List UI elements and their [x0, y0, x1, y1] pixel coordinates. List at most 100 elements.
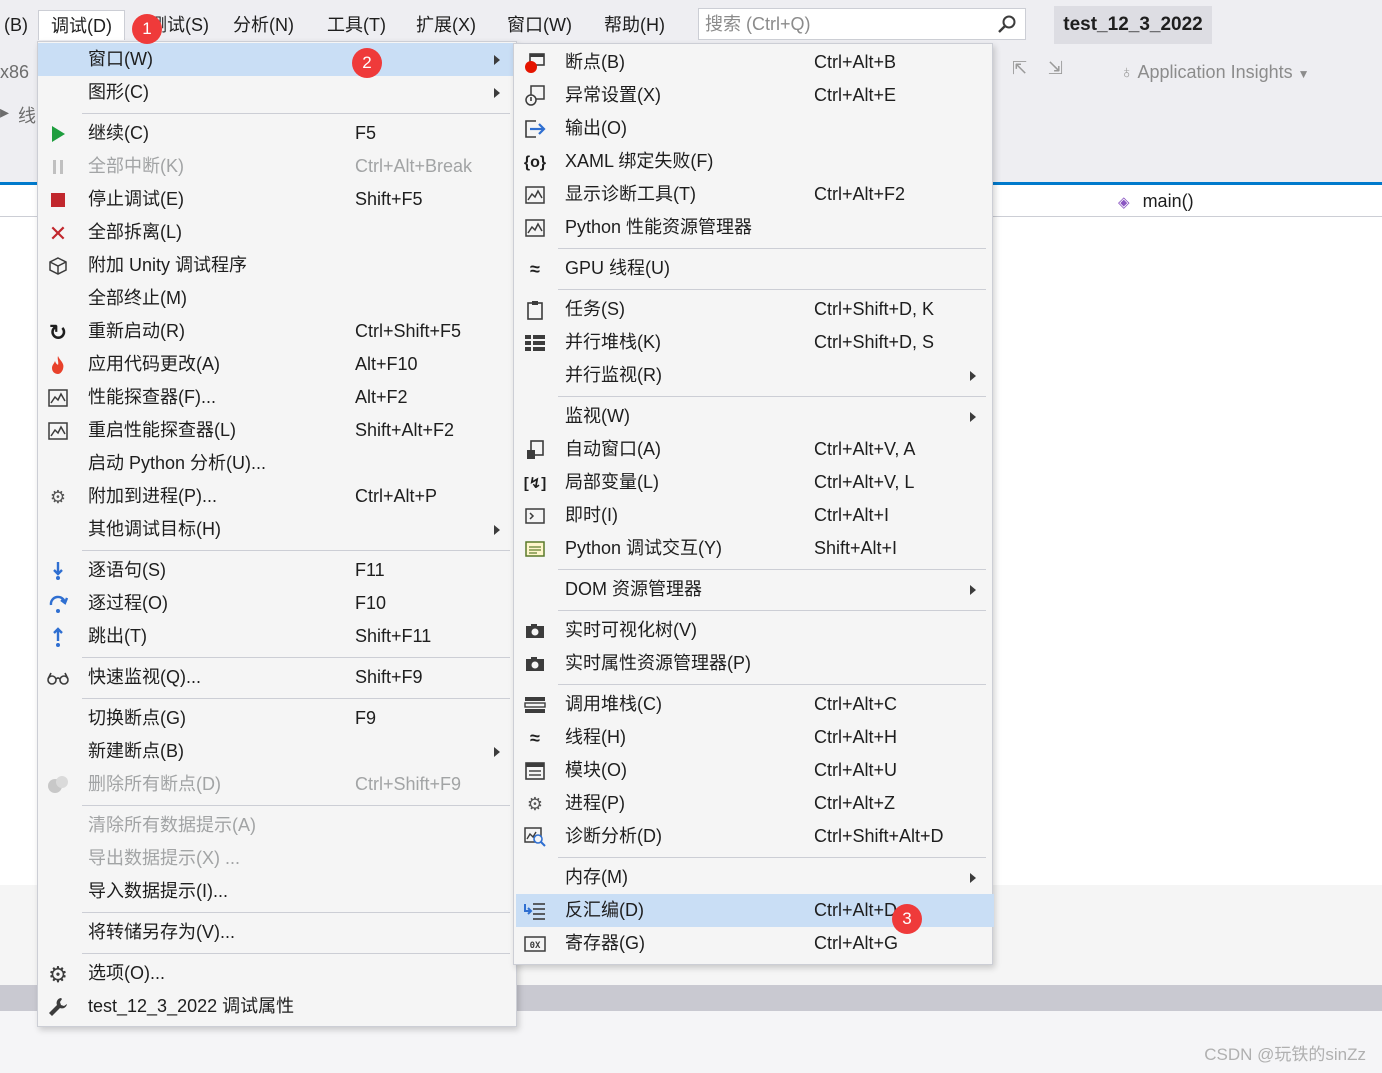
- windows-item-dom-explorer[interactable]: DOM 资源管理器: [516, 573, 994, 606]
- windows-item-parallel-watch[interactable]: 并行监视(R): [516, 359, 994, 392]
- menu-item-shortcut: Ctrl+Alt+D: [814, 900, 898, 920]
- menu-item-label: 重启性能探查器(L): [88, 420, 236, 440]
- menu-window[interactable]: 窗口(W): [501, 10, 578, 40]
- debug-menu-item-step-out[interactable]: 跳出(T) Shift+F11: [38, 620, 516, 653]
- menu-item-shortcut: Ctrl+Alt+P: [355, 486, 438, 506]
- debug-menu-item-clear-datatips[interactable]: 清除所有数据提示(A): [38, 809, 516, 842]
- debug-menu-item-new-breakpoint[interactable]: 新建断点(B): [38, 735, 516, 768]
- function-icon: ◈: [1118, 194, 1130, 211]
- debug-menu-item-detach-all[interactable]: ✕ 全部拆离(L): [38, 216, 516, 249]
- windows-item-processes[interactable]: ⚙ 进程(P) Ctrl+Alt+Z: [516, 787, 994, 820]
- menu-item-label: 自动窗口(A): [565, 439, 661, 459]
- menu-item-shortcut: Ctrl+Alt+G: [814, 933, 899, 953]
- toolbar-pin-icon[interactable]: ⇱: [1012, 58, 1027, 79]
- debug-menu-item-apply-code-changes[interactable]: 应用代码更改(A) Alt+F10: [38, 348, 516, 381]
- debug-menu-item-graphics[interactable]: 图形(C): [38, 76, 516, 109]
- windows-item-autos[interactable]: 自动窗口(A) Ctrl+Alt+V, A: [516, 433, 994, 466]
- menu-item-shortcut: Ctrl+Alt+E: [814, 85, 897, 105]
- debug-menu-item-profiler[interactable]: 性能探查器(F)... Alt+F2: [38, 381, 516, 414]
- toolbar-dropdown-icon[interactable]: ▸: [0, 102, 9, 123]
- pause-icon: [47, 156, 69, 178]
- debug-menu-item-stop[interactable]: 停止调试(E) Shift+F5: [38, 183, 516, 216]
- windows-item-threads[interactable]: ≈ 线程(H) Ctrl+Alt+H: [516, 721, 994, 754]
- menu-item-label: 继续(C): [88, 123, 149, 143]
- toolbar-unpin-icon[interactable]: ⇲: [1048, 58, 1063, 79]
- windows-item-tasks[interactable]: 任务(S) Ctrl+Shift+D, K: [516, 293, 994, 326]
- windows-item-registers[interactable]: 0X 寄存器(G) Ctrl+Alt+G: [516, 927, 994, 960]
- windows-item-xaml-binding[interactable]: {o} XAML 绑定失败(F): [516, 145, 994, 178]
- debug-menu-item-save-dump[interactable]: 将转储另存为(V)...: [38, 916, 516, 949]
- menu-item-shortcut: Ctrl+Alt+V, L: [814, 472, 915, 492]
- windows-item-breakpoints[interactable]: 断点(B) Ctrl+Alt+B: [516, 46, 994, 79]
- windows-item-live-property-explorer[interactable]: 实时属性资源管理器(P): [516, 647, 994, 680]
- debug-menu-item-quick-watch[interactable]: 快速监视(Q)... Shift+F9: [38, 661, 516, 694]
- menu-item-shortcut: Shift+F5: [355, 189, 423, 209]
- menu-item-label: 选项(O)...: [88, 963, 165, 983]
- menu-item-label: DOM 资源管理器: [565, 579, 702, 599]
- menu-item-label: 应用代码更改(A): [88, 354, 220, 374]
- windows-item-modules[interactable]: 模块(O) Ctrl+Alt+U: [516, 754, 994, 787]
- menu-item-shortcut: Ctrl+Alt+Z: [814, 793, 896, 813]
- debug-menu-item-python-profiling[interactable]: 启动 Python 分析(U)...: [38, 447, 516, 480]
- debug-menu-item-window[interactable]: 窗口(W): [38, 43, 516, 76]
- debug-menu-item-continue[interactable]: 继续(C) F5: [38, 117, 516, 150]
- menu-extensions[interactable]: 扩展(X): [410, 10, 482, 40]
- menu-analyze[interactable]: 分析(N): [227, 10, 300, 40]
- windows-item-live-visual-tree[interactable]: 实时可视化树(V): [516, 614, 994, 647]
- app-insights-button[interactable]: ♁ Application Insights ▼: [1120, 58, 1310, 86]
- debug-menu-item-step-into[interactable]: 逐语句(S) F11: [38, 554, 516, 587]
- step-out-icon: [47, 626, 69, 648]
- menu-item-label: 寄存器(G): [565, 933, 645, 953]
- platform-combo[interactable]: x86: [0, 62, 29, 83]
- debug-menu-item-delete-all-breakpoints[interactable]: 删除所有断点(D) Ctrl+Shift+F9: [38, 768, 516, 801]
- menu-help[interactable]: 帮助(H): [598, 10, 671, 40]
- windows-item-watch[interactable]: 监视(W): [516, 400, 994, 433]
- debug-menu-item-other-targets[interactable]: 其他调试目标(H): [38, 513, 516, 546]
- menu-item-shortcut: Alt+F10: [355, 354, 418, 374]
- debug-menu-item-import-datatips[interactable]: 导入数据提示(I)...: [38, 875, 516, 908]
- windows-item-exception-settings[interactable]: 异常设置(X) Ctrl+Alt+E: [516, 79, 994, 112]
- menu-item-shortcut: Shift+Alt+I: [814, 538, 898, 558]
- windows-item-memory[interactable]: 内存(M): [516, 861, 994, 894]
- windows-item-diagnostic-analysis[interactable]: 诊断分析(D) Ctrl+Shift+Alt+D: [516, 820, 994, 853]
- debug-menu-item-attach-to-process[interactable]: ⚙ 附加到进程(P)... Ctrl+Alt+P: [38, 480, 516, 513]
- menu-item-label: 局部变量(L): [565, 472, 659, 492]
- function-combo[interactable]: ◈ main(): [1118, 187, 1194, 215]
- menu-tools[interactable]: 工具(T): [321, 10, 392, 40]
- menu-item-label: 实时可视化树(V): [565, 620, 697, 640]
- output-icon: [524, 118, 546, 140]
- windows-item-output[interactable]: 输出(O): [516, 112, 994, 145]
- menu-build[interactable]: (B): [0, 10, 34, 40]
- debug-menu-item-step-over[interactable]: 逐过程(O) F10: [38, 587, 516, 620]
- menu-item-shortcut: Ctrl+Alt+U: [814, 760, 898, 780]
- debug-menu-item-restart-profiler[interactable]: 重启性能探查器(L) Shift+Alt+F2: [38, 414, 516, 447]
- search-input[interactable]: 搜索 (Ctrl+Q): [698, 8, 1026, 40]
- windows-item-immediate[interactable]: 即时(I) Ctrl+Alt+I: [516, 499, 994, 532]
- menu-item-label: 并行监视(R): [565, 365, 662, 385]
- debug-menu-item-restart[interactable]: ↻ 重新启动(R) Ctrl+Shift+F5: [38, 315, 516, 348]
- debug-menu-item-export-datatips[interactable]: 导出数据提示(X) ...: [38, 842, 516, 875]
- debug-menu-item-attach-unity[interactable]: 附加 Unity 调试程序: [38, 249, 516, 282]
- menu-item-label: 导入数据提示(I)...: [88, 881, 228, 901]
- breakpoint-window-icon: [524, 52, 546, 74]
- menu-debug[interactable]: 调试(D): [38, 10, 125, 40]
- windows-item-python-perf[interactable]: Python 性能资源管理器: [516, 211, 994, 244]
- windows-item-diagnostic-tools[interactable]: 显示诊断工具(T) Ctrl+Alt+F2: [516, 178, 994, 211]
- debug-menu-item-break-all[interactable]: 全部中断(K) Ctrl+Alt+Break: [38, 150, 516, 183]
- windows-item-call-stack[interactable]: 调用堆栈(C) Ctrl+Alt+C: [516, 688, 994, 721]
- debug-menu-item-options[interactable]: ⚙ 选项(O)...: [38, 957, 516, 990]
- windows-item-python-interactive[interactable]: Python 调试交互(Y) Shift+Alt+I: [516, 532, 994, 565]
- immediate-icon: [524, 505, 546, 527]
- call-stack-icon: [524, 694, 546, 716]
- windows-item-disassembly[interactable]: 反汇编(D) Ctrl+Alt+D: [516, 894, 994, 927]
- windows-item-gpu-threads[interactable]: ≈ GPU 线程(U): [516, 252, 994, 285]
- menu-item-shortcut: F10: [355, 593, 387, 613]
- debug-menu-item-debug-properties[interactable]: test_12_3_2022 调试属性: [38, 990, 516, 1023]
- menu-item-label: 停止调试(E): [88, 189, 184, 209]
- menu-separator: [82, 805, 510, 806]
- windows-item-locals[interactable]: [↯] 局部变量(L) Ctrl+Alt+V, L: [516, 466, 994, 499]
- debug-menu-item-toggle-breakpoint[interactable]: 切换断点(G) F9: [38, 702, 516, 735]
- windows-item-parallel-stacks[interactable]: 并行堆栈(K) Ctrl+Shift+D, S: [516, 326, 994, 359]
- debug-menu-item-terminate-all[interactable]: 全部终止(M): [38, 282, 516, 315]
- menu-item-label: 切换断点(G): [88, 708, 186, 728]
